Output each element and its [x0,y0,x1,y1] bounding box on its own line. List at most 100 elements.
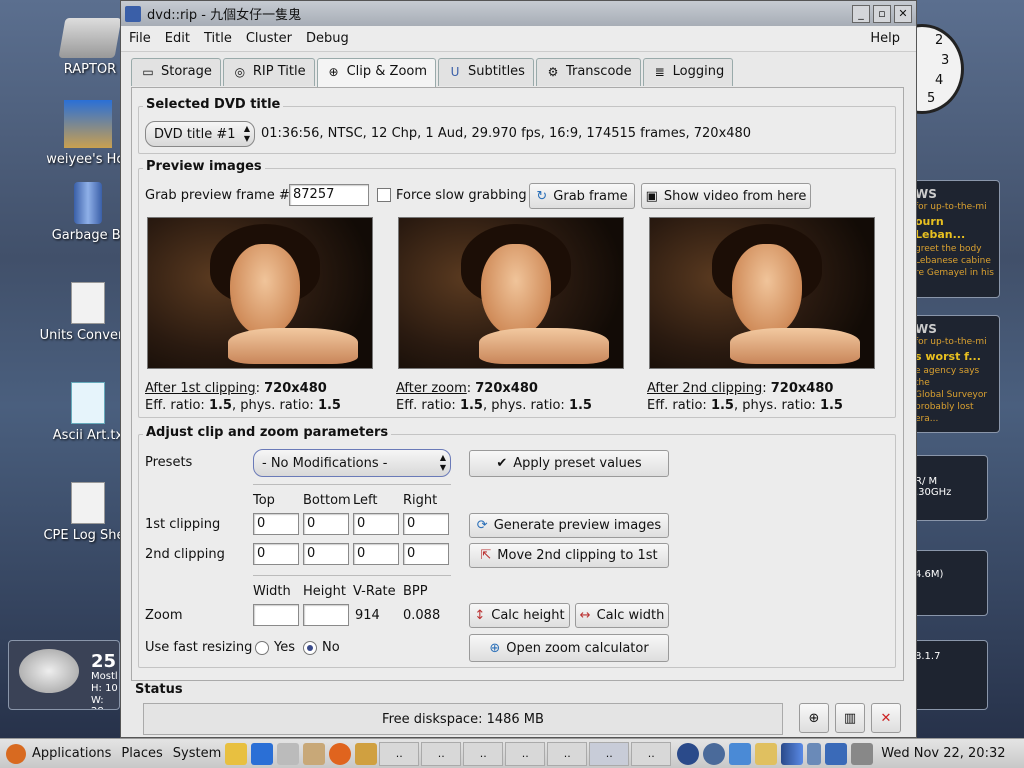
fast-resize-no-radio[interactable] [303,641,317,655]
move-clipping-button[interactable]: ⇱ Move 2nd clipping to 1st [469,543,669,568]
window-titlebar[interactable]: dvd::rip - 九個女仔一隻鬼 _ ▫ ✕ [121,1,916,26]
preview-image-1[interactable] [147,217,373,369]
ubuntu-logo-icon [6,743,26,764]
pause-button[interactable]: ▥ [835,703,865,733]
apply-preset-button[interactable]: ✔ Apply preset values [469,450,669,477]
adjust-heading: Adjust clip and zoom parameters [143,425,392,440]
panel-clock[interactable]: Wed Nov 22, 20:32 [881,746,1005,761]
after-1st-clipping-link[interactable]: After 1st clipping [145,381,256,396]
desktop-launcher-icon[interactable] [251,742,274,765]
dvdrip-window: dvd::rip - 九個女仔一隻鬼 _ ▫ ✕ File Edit Title… [120,0,917,738]
vrate-value: 914 [355,608,380,623]
clip1-left-input[interactable]: 0 [353,513,399,535]
grab-frame-input[interactable]: 87257 [289,184,369,206]
zoom-width-input[interactable] [253,604,299,626]
cancel-button[interactable]: ✕ [871,703,901,733]
taskbar-item-2[interactable]: .. [421,741,462,766]
clip2-top-input[interactable]: 0 [253,543,299,565]
taskbar-item-4[interactable]: .. [505,741,546,766]
cabinet-launcher-icon[interactable] [277,742,300,765]
transcode-icon: ⚙ [547,65,559,79]
maximize-button[interactable]: ▫ [873,4,891,23]
image-viewer-launcher-icon[interactable] [355,742,378,765]
force-slow-checkbox[interactable] [377,188,391,202]
menu-title[interactable]: Title [204,31,232,46]
presets-label: Presets [145,455,193,470]
bpp-value: 0.088 [403,608,441,623]
clip1-right-input[interactable]: 0 [403,513,449,535]
preview-3-ratio: Eff. ratio: 1.5, phys. ratio: 1.5 [647,398,843,413]
applications-menu[interactable]: Applications [32,746,111,761]
calc-height-button[interactable]: ↕ Calc height [469,603,570,628]
spin-arrows-icon: ▲ ▼ [243,124,250,143]
film-icon: ▣ [645,188,658,204]
zoom-status-button[interactable]: ⊕ [799,703,829,733]
cloud-icon [19,649,79,693]
zoom-label: Zoom [145,608,183,623]
places-menu[interactable]: Places [121,746,162,761]
menu-edit[interactable]: Edit [165,31,190,46]
speedometer-icon[interactable] [703,742,726,765]
taskbar-item-3[interactable]: .. [463,741,504,766]
tab-logging[interactable]: ≣ Logging [642,58,734,86]
file-manager-launcher-icon[interactable] [225,742,248,765]
open-zoom-calculator-button[interactable]: ⊕ Open zoom calculator [469,634,669,662]
clip2-right-input[interactable]: 0 [403,543,449,565]
laptop-icon [58,18,122,58]
news-widget-1[interactable]: WS for up-to-the-mi ourn Leban... greet … [910,180,1000,298]
close-window-button[interactable]: ✕ [894,4,912,23]
calc-width-button[interactable]: ↔ Calc width [575,603,669,628]
minimize-button[interactable]: _ [852,4,870,23]
magnifier-icon: ⊕ [489,640,501,656]
disc-icon: ◎ [234,65,246,79]
tab-rip-title[interactable]: ◎ RIP Title [222,58,315,86]
preview-3-caption: After 2nd clipping: 720x480 [647,381,834,396]
news-widget-2[interactable]: WS for up-to-the-mi s worst f... e agenc… [910,315,1000,433]
clip2-bottom-input[interactable]: 0 [303,543,349,565]
clip1-bottom-input[interactable]: 0 [303,513,349,535]
drive-icon: ▭ [142,65,154,79]
height-arrows-icon: ↕ [474,608,486,623]
zoom-height-input[interactable] [303,604,349,626]
grab-frame-button[interactable]: ↻ Grab frame [529,183,635,209]
fast-resize-yes-radio[interactable] [255,641,269,655]
width-arrows-icon: ↔ [579,608,591,623]
user-icon[interactable] [755,742,778,765]
presets-select[interactable]: - No Modifications - ▲ ▼ [253,449,451,477]
taskbar-item-5[interactable]: .. [547,741,588,766]
tab-clip-zoom[interactable]: ⊕ Clip & Zoom [316,58,437,87]
after-zoom-link[interactable]: After zoom [396,381,467,396]
mail-launcher-icon[interactable] [303,742,326,765]
menu-cluster[interactable]: Cluster [246,31,292,46]
tab-subtitles[interactable]: U Subtitles [438,58,534,86]
show-video-button[interactable]: ▣ Show video from here [641,183,811,209]
generate-preview-button[interactable]: ⟳ Generate preview images [469,513,669,538]
menu-file[interactable]: File [129,31,151,46]
preview-image-2[interactable] [398,217,624,369]
taskbar-item-1[interactable]: .. [379,741,420,766]
after-2nd-clipping-link[interactable]: After 2nd clipping [647,381,762,396]
network-icon[interactable] [825,742,848,765]
close-icon: ✕ [880,710,892,726]
volume-icon[interactable] [851,742,874,765]
tab-transcode[interactable]: ⚙ Transcode [535,58,641,86]
clip1-top-input[interactable]: 0 [253,513,299,535]
puzzle-icon[interactable] [729,742,752,765]
pyramid-icon [64,100,112,148]
preview-image-3[interactable] [649,217,875,369]
preview-1-ratio: Eff. ratio: 1.5, phys. ratio: 1.5 [145,398,341,413]
tab-bar: ▭ Storage ◎ RIP Title ⊕ Clip & Zoom U Subtit… [121,52,916,87]
dvd-title-select[interactable]: DVD title #1 ▲ ▼ [145,121,255,147]
firefox-launcher-icon[interactable] [329,742,352,765]
refresh-icon: ↻ [536,188,548,204]
clip2-left-input[interactable]: 0 [353,543,399,565]
media-player-icon[interactable] [677,742,700,765]
menu-debug[interactable]: Debug [306,31,349,46]
menubar: File Edit Title Cluster Debug Help [121,26,916,52]
taskbar-item-7[interactable]: .. [631,741,672,766]
system-menu[interactable]: System [173,746,221,761]
menu-help[interactable]: Help [870,31,900,46]
taskbar-item-dvdrip[interactable]: .. [589,741,630,766]
adjust-frame: Adjust clip and zoom parameters Presets … [138,425,896,668]
tab-storage[interactable]: ▭ Storage [131,58,221,86]
